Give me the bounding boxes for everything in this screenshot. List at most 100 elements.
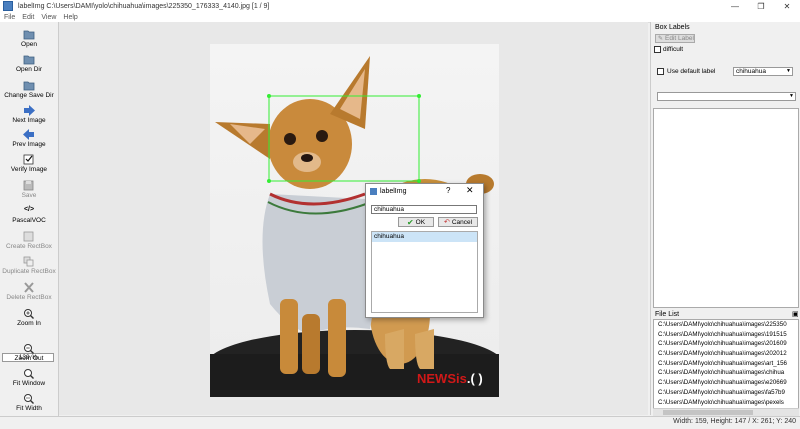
fit-width-button[interactable]: Fit Width (0, 392, 58, 412)
list-item[interactable]: C:\Users\DAMI\yolo\chihuahua\images\art_… (654, 359, 798, 369)
status-text: Width: 159, Height: 147 / X: 261; Y: 240 (673, 418, 796, 425)
open-button[interactable]: Open (0, 28, 58, 48)
list-item[interactable]: chihuahua (372, 232, 477, 242)
zoom-in-icon (23, 307, 35, 319)
ok-button[interactable]: ✔ OK (398, 217, 434, 227)
ok-label: OK (415, 218, 426, 226)
list-item[interactable]: C:\Users\DAMI\yolo\chihuahua\images\2253… (654, 320, 798, 330)
watermark-suffix: .( ) (466, 371, 483, 386)
next-image-button[interactable]: Next Image (0, 104, 58, 124)
save-button[interactable]: Save (0, 179, 58, 199)
edit-icon: ✎ (658, 36, 664, 42)
next-image-label: Next Image (12, 117, 46, 124)
duplicate-rectbox-button[interactable]: Duplicate RectBox (0, 255, 58, 275)
open-dir-label: Open Dir (15, 66, 42, 73)
left-toolbar: Open Open Dir Change Save Dir Next Image… (0, 22, 59, 428)
checkbox-icon (23, 153, 35, 165)
zoom-width-icon (23, 392, 35, 404)
file-list[interactable]: C:\Users\DAMI\yolo\chihuahua\images\2253… (653, 319, 799, 415)
check-icon: ✔ (406, 217, 414, 227)
file-list-title: File List (655, 311, 680, 318)
copy-icon (23, 255, 35, 267)
save-icon (23, 179, 35, 191)
fit-window-label: Fit Window (12, 380, 46, 387)
list-item[interactable]: C:\Users\DAMI\yolo\chihuahua\images\e206… (654, 378, 798, 388)
arrow-right-icon (23, 104, 35, 116)
cancel-icon: ↶ (443, 219, 450, 226)
zoom-in-button[interactable]: Zoom In (0, 307, 58, 327)
chevron-down-icon: ▼ (786, 68, 791, 74)
prev-image-button[interactable]: Prev Image (0, 128, 58, 148)
save-label: Save (21, 192, 37, 199)
cancel-button[interactable]: ↶ Cancel (438, 217, 478, 227)
dialog-close-button[interactable]: ✕ (466, 185, 474, 196)
title-bar: labelImg C:\Users\DAMI\yolo\chihuahua\im… (0, 0, 800, 12)
use-default-label-checkbox[interactable] (657, 68, 664, 75)
verify-image-button[interactable]: Verify Image (0, 153, 58, 173)
edit-label-button[interactable]: ✎ Edit Label (655, 34, 695, 43)
dialog-title: labelImg (380, 187, 407, 195)
box-labels-title: Box Labels (655, 24, 690, 31)
list-item[interactable]: C:\Users\DAMI\yolo\chihuahua\images\pexe… (654, 398, 798, 408)
rectbox-icon (23, 230, 35, 242)
change-save-dir-label: Change Save Dir (4, 92, 54, 99)
watermark-logo: NEWSis.( ) (417, 371, 483, 386)
window-title: labelImg C:\Users\DAMI\yolo\chihuahua\im… (18, 2, 270, 10)
status-bar: Width: 159, Height: 147 / X: 261; Y: 240 (0, 416, 800, 429)
menu-file[interactable]: File (4, 14, 15, 21)
difficult-checkbox[interactable] (654, 46, 661, 53)
folder-open-icon (23, 28, 35, 40)
folder-open-icon (23, 79, 35, 91)
horizontal-scrollbar[interactable] (653, 408, 799, 416)
prev-image-label: Prev Image (12, 141, 46, 148)
label-filter-combo[interactable]: ▼ (657, 92, 796, 101)
edit-label-text: Edit Label (665, 35, 694, 42)
close-button[interactable]: ✕ (774, 0, 800, 12)
list-item[interactable]: C:\Users\DAMI\yolo\chihuahua\images\2016… (654, 339, 798, 349)
float-dock-icon[interactable]: ▣ (792, 310, 799, 318)
label-dialog: labelImg ? ✕ chihuahua ✔ OK ↶ Cancel chi… (365, 183, 484, 318)
menu-edit[interactable]: Edit (22, 14, 34, 21)
use-default-label-text: Use default label (667, 68, 716, 75)
create-rectbox-button[interactable]: Create RectBox (0, 230, 58, 250)
change-save-dir-button[interactable]: Change Save Dir (0, 79, 58, 99)
menu-view[interactable]: View (41, 14, 56, 21)
list-item[interactable]: C:\Users\DAMI\yolo\chihuahua\images\1915… (654, 330, 798, 340)
list-item[interactable]: C:\Users\DAMI\yolo\chihuahua\images\fa57… (654, 388, 798, 398)
fit-window-button[interactable]: Fit Window (0, 367, 58, 387)
fit-width-label: Fit Width (16, 405, 42, 412)
label-input[interactable]: chihuahua (371, 205, 477, 214)
app-icon (370, 187, 377, 195)
menu-help[interactable]: Help (63, 14, 77, 21)
box-labels-list[interactable] (653, 108, 799, 308)
list-item[interactable]: C:\Users\DAMI\yolo\chihuahua\images\2020… (654, 349, 798, 359)
chevron-down-icon: ▼ (789, 93, 794, 99)
zoom-in-label: Zoom In (17, 320, 41, 327)
delete-rectbox-button[interactable]: Delete RectBox (0, 281, 58, 301)
zoom-fit-icon (23, 367, 35, 379)
format-toggle-button[interactable]: </> PascalVOC (0, 204, 58, 224)
zoom-out-label: Zoom Out (14, 355, 44, 362)
cancel-label: Cancel (451, 218, 473, 226)
right-dock: Box Labels ✎ Edit Label difficult Use de… (650, 22, 800, 416)
folder-open-icon (23, 53, 35, 65)
default-label-combo[interactable]: chihuahua ▼ (733, 67, 793, 76)
duplicate-rectbox-label: Duplicate RectBox (2, 268, 56, 275)
help-icon[interactable]: ? (446, 186, 450, 195)
open-dir-button[interactable]: Open Dir (0, 53, 58, 73)
maximize-button[interactable]: ❐ (748, 0, 774, 12)
minimize-button[interactable]: — (722, 0, 748, 12)
open-label: Open (21, 41, 37, 48)
zoom-out-icon (23, 342, 35, 354)
list-item[interactable]: C:\Users\DAMI\yolo\chihuahua\images\chih… (654, 368, 798, 378)
zoom-out-button[interactable]: Zoom Out (0, 342, 58, 362)
label-history-list[interactable]: chihuahua (371, 231, 478, 313)
delete-rectbox-label: Delete RectBox (6, 294, 52, 301)
verify-image-label: Verify Image (10, 166, 48, 173)
delete-x-icon (23, 281, 35, 293)
default-label-value: chihuahua (736, 68, 766, 75)
app-icon (3, 1, 13, 11)
create-rectbox-label: Create RectBox (6, 243, 52, 250)
scrollbar-thumb[interactable] (663, 410, 753, 415)
arrow-left-icon (23, 128, 35, 140)
